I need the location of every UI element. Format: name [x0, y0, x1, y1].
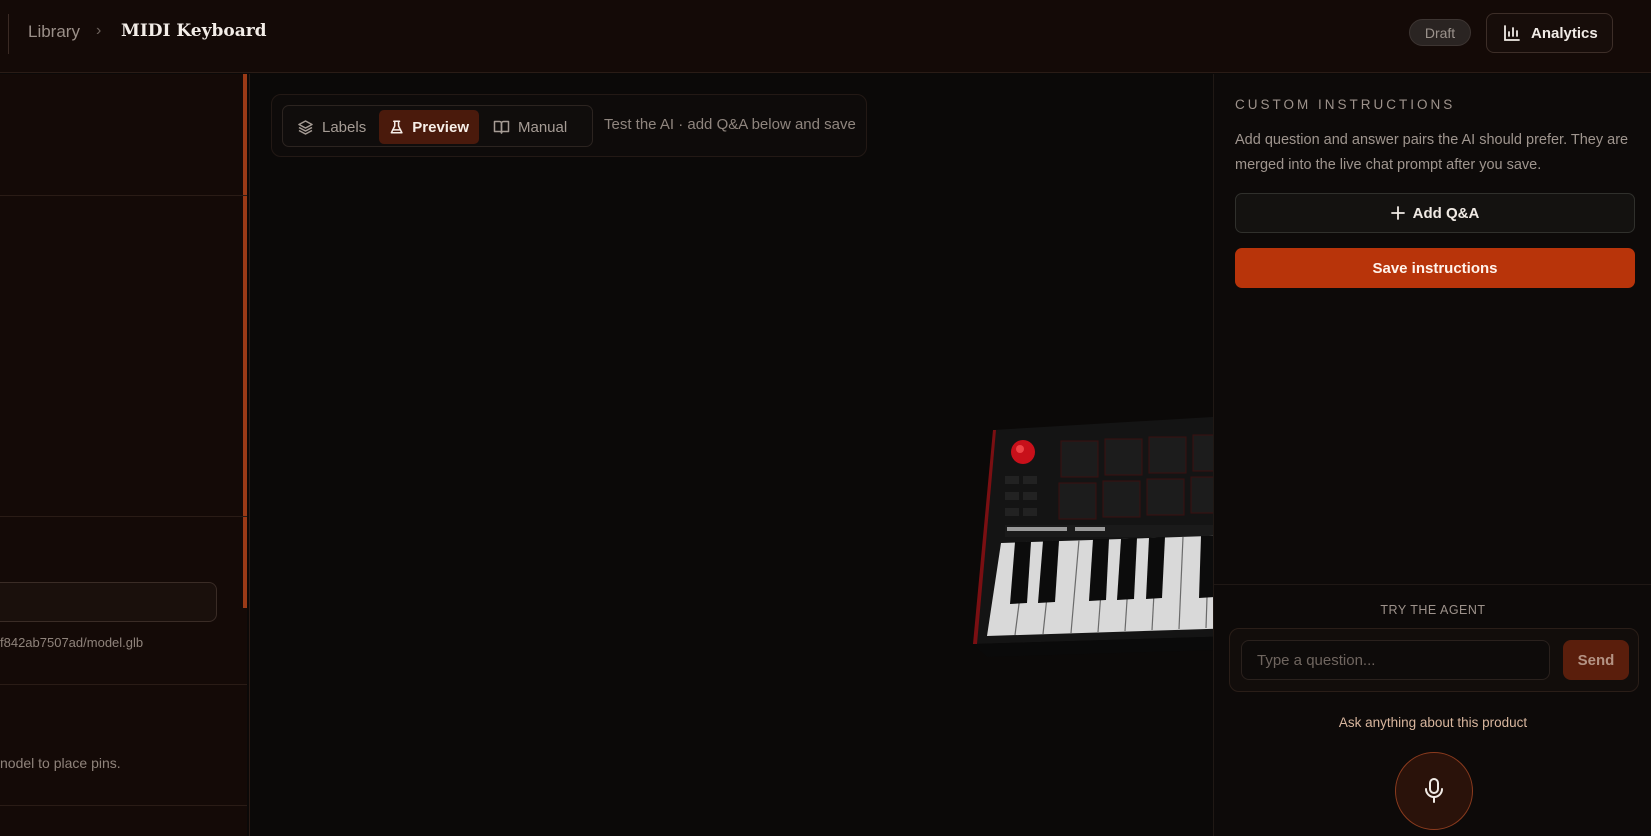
ask-hint: Ask anything about this product — [1338, 715, 1528, 730]
breadcrumb-chevron-icon: › — [96, 22, 102, 39]
left-panel: f842ab7507ad/model.glb nodel to place pi… — [0, 74, 247, 836]
breadcrumb-current: MIDI Keyboard — [121, 21, 267, 41]
panel-resize-handle[interactable] — [243, 74, 247, 608]
tab-label: Preview — [412, 118, 469, 136]
analytics-label: Analytics — [1531, 24, 1598, 42]
view-mode-tabs: Labels Preview Manual — [282, 105, 593, 147]
toolbar-hint: Test the AI · add Q&A below and save — [604, 116, 856, 133]
plus-icon — [1390, 206, 1405, 220]
add-qa-button[interactable]: Add Q&A — [1235, 193, 1635, 233]
analytics-button[interactable]: Analytics — [1486, 13, 1613, 53]
tab-manual[interactable]: Manual — [483, 110, 587, 144]
model-path-text: f842ab7507ad/model.glb — [0, 635, 144, 650]
divider — [0, 516, 247, 517]
book-icon — [493, 120, 510, 134]
model-viewport[interactable] — [250, 74, 1435, 836]
divider — [1214, 584, 1651, 585]
tab-label: Labels — [322, 118, 367, 136]
section-description: Add question and answer pairs the AI sho… — [1235, 132, 1629, 173]
tab-preview[interactable]: Preview — [379, 110, 479, 144]
voice-button[interactable] — [1395, 752, 1473, 830]
right-panel: CUSTOM INSTRUCTIONS Add question and ans… — [1213, 74, 1651, 836]
pin-hint-text: nodel to place pins. — [0, 755, 121, 771]
tab-labels[interactable]: Labels — [287, 110, 377, 144]
divider — [8, 14, 9, 54]
top-bar: Library › MIDI Keyboard Draft Analytics — [0, 0, 1651, 73]
question-input[interactable]: Type a question... — [1241, 640, 1550, 680]
divider — [0, 684, 247, 685]
bar-chart-icon — [1504, 25, 1520, 41]
status-badge: Draft — [1409, 19, 1471, 46]
section-title: CUSTOM INSTRUCTIONS — [1235, 97, 1456, 112]
save-instructions-button[interactable]: Save instructions — [1235, 248, 1635, 288]
flask-icon — [390, 120, 403, 134]
add-qa-label: Add Q&A — [1412, 204, 1480, 222]
viewer-toolbar: Labels Preview Manual Test the AI · add … — [271, 94, 867, 157]
microphone-icon — [1425, 778, 1443, 803]
agent-title: TRY THE AGENT — [1380, 603, 1486, 617]
agent-chat-box: Type a question... Send — [1229, 628, 1639, 692]
send-button[interactable]: Send — [1563, 640, 1629, 680]
tab-label: Manual — [518, 118, 568, 136]
layers-icon — [298, 119, 313, 135]
breadcrumb-library-link[interactable]: Library — [28, 22, 80, 42]
divider — [0, 195, 247, 196]
divider — [0, 805, 247, 806]
model-url-field[interactable] — [0, 582, 217, 622]
